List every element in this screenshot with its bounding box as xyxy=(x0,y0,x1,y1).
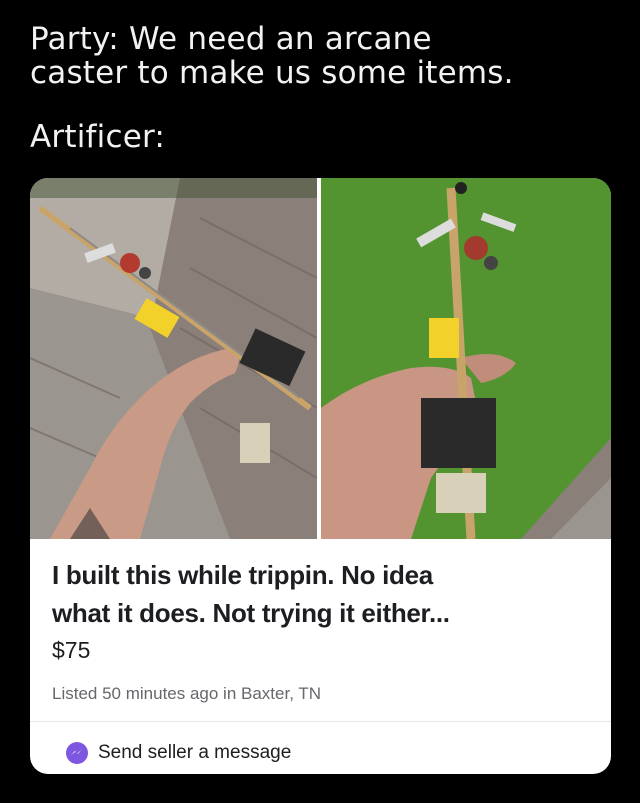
caption-line: caster to make us some items. xyxy=(30,55,514,91)
listing-photo-1[interactable] xyxy=(30,178,317,539)
caption-line: Party: We need an arcane xyxy=(30,21,432,57)
listing-photos[interactable] xyxy=(30,178,611,539)
listing-price: $75 xyxy=(52,637,91,663)
listing-meta: Listed 50 minutes ago in Baxter, TN xyxy=(52,684,322,703)
divider xyxy=(30,721,611,722)
listing-title[interactable]: I built this while trippin. No idea what… xyxy=(52,556,591,632)
send-message-label: Send seller a message xyxy=(98,742,292,763)
messenger-icon xyxy=(66,742,88,764)
listing-details: I built this while trippin. No idea what… xyxy=(52,556,591,704)
meme-caption: Party: We need an arcane caster to make … xyxy=(30,22,514,90)
listing-title-line: I built this while trippin. No idea xyxy=(52,560,433,590)
marketplace-listing-card[interactable]: I built this while trippin. No idea what… xyxy=(30,178,611,774)
meme-caption-speaker: Artificer: xyxy=(30,119,166,155)
listing-title-line: what it does. Not trying it either... xyxy=(52,598,450,628)
listing-photo-2[interactable] xyxy=(321,178,611,539)
send-message-button[interactable]: Send seller a message xyxy=(66,742,291,764)
